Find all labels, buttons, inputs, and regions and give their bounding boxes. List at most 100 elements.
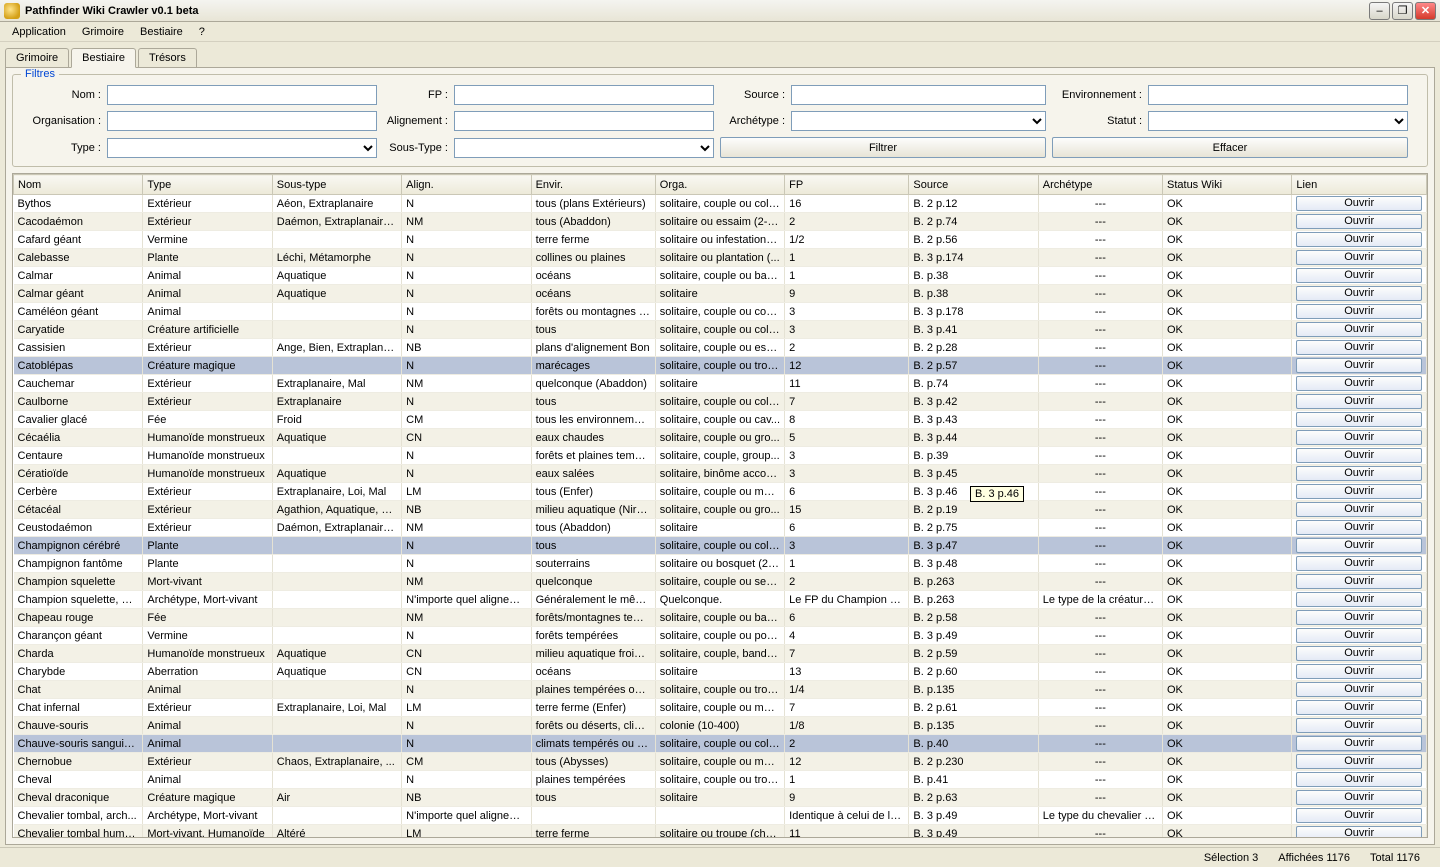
col-header[interactable]: Lien — [1292, 175, 1427, 195]
filter-button[interactable]: Filtrer — [720, 137, 1046, 158]
table-row[interactable]: CatoblépasCréature magiqueNmarécagessoli… — [14, 357, 1427, 375]
minimize-button[interactable]: – — [1369, 2, 1390, 20]
open-button[interactable]: Ouvrir — [1296, 736, 1422, 751]
col-header[interactable]: Status Wiki — [1163, 175, 1292, 195]
table-row[interactable]: ChernobueExtérieurChaos, Extraplanaire, … — [14, 753, 1427, 771]
open-button[interactable]: Ouvrir — [1296, 592, 1422, 607]
table-row[interactable]: Cheval draconiqueCréature magiqueAirNBto… — [14, 789, 1427, 807]
open-button[interactable]: Ouvrir — [1296, 754, 1422, 769]
table-row[interactable]: CacodaémonExtérieurDaémon, Extraplanaire… — [14, 213, 1427, 231]
open-button[interactable]: Ouvrir — [1296, 826, 1422, 837]
open-button[interactable]: Ouvrir — [1296, 700, 1422, 715]
table-row[interactable]: Chauve-sourisAnimalNforêts ou déserts, c… — [14, 717, 1427, 735]
table-row[interactable]: Champion squeletteMort-vivantNMquelconqu… — [14, 573, 1427, 591]
table-row[interactable]: Champignon cérébréPlanteNtoussolitaire, … — [14, 537, 1427, 555]
table-row[interactable]: ChevalAnimalNplaines tempéréessolitaire,… — [14, 771, 1427, 789]
tab-bestiaire[interactable]: Bestiaire — [71, 48, 136, 68]
open-button[interactable]: Ouvrir — [1296, 250, 1422, 265]
open-button[interactable]: Ouvrir — [1296, 466, 1422, 481]
open-button[interactable]: Ouvrir — [1296, 646, 1422, 661]
table-row[interactable]: BythosExtérieurAéon, ExtraplanaireNtous … — [14, 195, 1427, 213]
open-button[interactable]: Ouvrir — [1296, 538, 1422, 553]
filter-environnement-input[interactable] — [1148, 85, 1408, 105]
table-row[interactable]: CaulborneExtérieurExtraplanaireNtoussoli… — [14, 393, 1427, 411]
menu-?[interactable]: ? — [191, 24, 213, 40]
col-header[interactable]: Source — [909, 175, 1038, 195]
open-button[interactable]: Ouvrir — [1296, 340, 1422, 355]
open-button[interactable]: Ouvrir — [1296, 394, 1422, 409]
tab-trésors[interactable]: Trésors — [138, 48, 197, 67]
table-row[interactable]: CentaureHumanoïde monstrueuxNforêts et p… — [14, 447, 1427, 465]
open-button[interactable]: Ouvrir — [1296, 196, 1422, 211]
clear-button[interactable]: Effacer — [1052, 137, 1408, 158]
table-row[interactable]: CeustodaémonExtérieurDaémon, Extraplanai… — [14, 519, 1427, 537]
open-button[interactable]: Ouvrir — [1296, 628, 1422, 643]
open-button[interactable]: Ouvrir — [1296, 574, 1422, 589]
col-header[interactable]: Align. — [402, 175, 531, 195]
open-button[interactable]: Ouvrir — [1296, 772, 1422, 787]
table-row[interactable]: Caméléon géantAnimalNforêts ou montagnes… — [14, 303, 1427, 321]
col-header[interactable]: Sous-type — [272, 175, 401, 195]
table-row[interactable]: Cafard géantVermineNterre fermesolitaire… — [14, 231, 1427, 249]
open-button[interactable]: Ouvrir — [1296, 376, 1422, 391]
open-button[interactable]: Ouvrir — [1296, 430, 1422, 445]
table-row[interactable]: Champignon fantômePlanteNsouterrainssoli… — [14, 555, 1427, 573]
open-button[interactable]: Ouvrir — [1296, 520, 1422, 535]
col-header[interactable]: Archétype — [1038, 175, 1162, 195]
tab-grimoire[interactable]: Grimoire — [5, 48, 69, 67]
open-button[interactable]: Ouvrir — [1296, 358, 1422, 373]
open-button[interactable]: Ouvrir — [1296, 610, 1422, 625]
filter-nom-input[interactable] — [107, 85, 377, 105]
open-button[interactable]: Ouvrir — [1296, 232, 1422, 247]
open-button[interactable]: Ouvrir — [1296, 502, 1422, 517]
maximize-button[interactable]: ❐ — [1392, 2, 1413, 20]
table-row[interactable]: Calmar géantAnimalAquatiqueNocéanssolita… — [14, 285, 1427, 303]
table-row[interactable]: Chapeau rougeFéeNMforêts/montagnes temp.… — [14, 609, 1427, 627]
table-row[interactable]: Chat infernalExtérieurExtraplanaire, Loi… — [14, 699, 1427, 717]
menu-grimoire[interactable]: Grimoire — [74, 24, 132, 40]
col-header[interactable]: Nom — [14, 175, 143, 195]
col-header[interactable]: Envir. — [531, 175, 655, 195]
filter-alignement-input[interactable] — [454, 111, 714, 131]
open-button[interactable]: Ouvrir — [1296, 286, 1422, 301]
table-row[interactable]: CassisienExtérieurAnge, Bien, Extraplana… — [14, 339, 1427, 357]
filter-fp-input[interactable] — [454, 85, 714, 105]
menu-bestiaire[interactable]: Bestiaire — [132, 24, 191, 40]
table-row[interactable]: ChatAnimalNplaines tempérées ou c...soli… — [14, 681, 1427, 699]
close-button[interactable]: ✕ — [1415, 2, 1436, 20]
table-row[interactable]: CalmarAnimalAquatiqueNocéanssolitaire, c… — [14, 267, 1427, 285]
col-header[interactable]: Type — [143, 175, 272, 195]
open-button[interactable]: Ouvrir — [1296, 682, 1422, 697]
open-button[interactable]: Ouvrir — [1296, 664, 1422, 679]
open-button[interactable]: Ouvrir — [1296, 790, 1422, 805]
open-button[interactable]: Ouvrir — [1296, 412, 1422, 427]
table-row[interactable]: CératioïdeHumanoïde monstrueuxAquatiqueN… — [14, 465, 1427, 483]
table-row[interactable]: CauchemarExtérieurExtraplanaire, MalNMqu… — [14, 375, 1427, 393]
table-row[interactable]: Chevalier tombal humainMort-vivant, Huma… — [14, 825, 1427, 838]
filter-soustype-select[interactable] — [454, 138, 714, 158]
open-button[interactable]: Ouvrir — [1296, 718, 1422, 733]
table-row[interactable]: CécaéliaHumanoïde monstrueuxAquatiqueCNe… — [14, 429, 1427, 447]
table-row[interactable]: CerbèreExtérieurExtraplanaire, Loi, MalL… — [14, 483, 1427, 501]
table-row[interactable]: CalebassePlanteLéchi, MétamorpheNcolline… — [14, 249, 1427, 267]
table-row[interactable]: CharybdeAberrationAquatiqueCNocéanssolit… — [14, 663, 1427, 681]
filter-type-select[interactable] — [107, 138, 377, 158]
table-row[interactable]: CétacéalExtérieurAgathion, Aquatique, B.… — [14, 501, 1427, 519]
open-button[interactable]: Ouvrir — [1296, 808, 1422, 823]
open-button[interactable]: Ouvrir — [1296, 322, 1422, 337]
col-header[interactable]: FP — [785, 175, 909, 195]
filter-statut-select[interactable] — [1148, 111, 1408, 131]
filter-organisation-input[interactable] — [107, 111, 377, 131]
table-row[interactable]: Charançon géantVermineNforêts tempéréess… — [14, 627, 1427, 645]
open-button[interactable]: Ouvrir — [1296, 268, 1422, 283]
table-row[interactable]: Chevalier tombal, arch...Archétype, Mort… — [14, 807, 1427, 825]
table-row[interactable]: Chauve-souris sanguin...AnimalNclimats t… — [14, 735, 1427, 753]
filter-source-input[interactable] — [791, 85, 1046, 105]
table-row[interactable]: Champion squelette, ar...Archétype, Mort… — [14, 591, 1427, 609]
filter-archetype-select[interactable] — [791, 111, 1046, 131]
table-row[interactable]: CaryatideCréature artificielleNtoussolit… — [14, 321, 1427, 339]
open-button[interactable]: Ouvrir — [1296, 214, 1422, 229]
open-button[interactable]: Ouvrir — [1296, 484, 1422, 499]
open-button[interactable]: Ouvrir — [1296, 556, 1422, 571]
table-row[interactable]: Cavalier glacéFéeFroidCMtous les environ… — [14, 411, 1427, 429]
